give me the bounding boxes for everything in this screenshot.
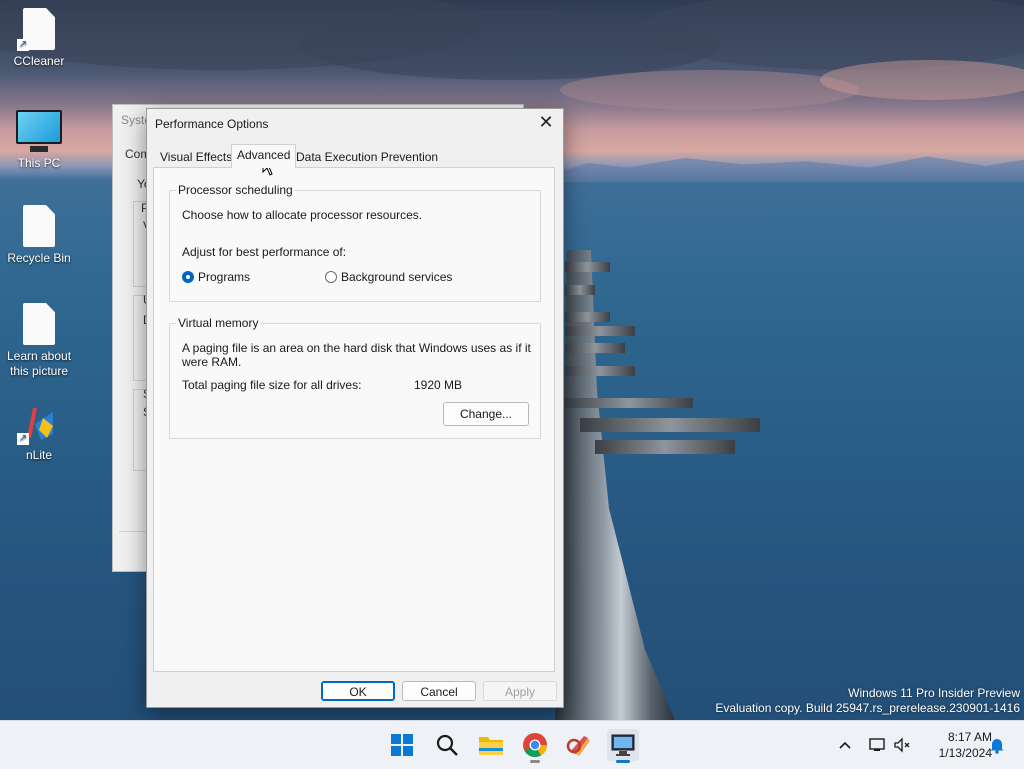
network-icon[interactable]: [866, 721, 888, 769]
change-button[interactable]: Change...: [443, 402, 529, 426]
close-icon[interactable]: ✕: [533, 111, 559, 133]
processor-scheduling-description: Choose how to allocate processor resourc…: [182, 208, 423, 222]
chevron-up-icon[interactable]: [834, 721, 856, 769]
total-paging-size-value: 1920 MB: [414, 378, 463, 392]
tab-data-execution-prevention[interactable]: Data Execution Prevention: [291, 147, 443, 167]
virtual-memory-description-line2: were RAM.: [182, 355, 242, 369]
desktop-icon-label: CCleaner: [13, 54, 65, 68]
watermark-line-1: Windows 11 Pro Insider Preview: [848, 686, 1020, 700]
shortcut-arrow-icon: ↗: [17, 433, 29, 445]
adjust-performance-label: Adjust for best performance of:: [182, 245, 347, 259]
shortcut-arrow-icon: ↗: [17, 39, 29, 51]
taskbar: 8:17 AM 1/13/2024: [0, 720, 1024, 769]
apply-button[interactable]: Apply: [483, 681, 557, 701]
radio-background-services[interactable]: Background services: [325, 269, 485, 285]
desktop-icon-label: This PC: [17, 156, 61, 170]
desktop-icon-nlite[interactable]: ↗ nLite: [3, 404, 75, 463]
volume-muted-icon[interactable]: [891, 721, 913, 769]
search-icon[interactable]: [431, 729, 463, 761]
running-indicator: [530, 760, 540, 763]
desktop-icon-recycle-bin[interactable]: Recycle Bin: [3, 205, 75, 266]
desktop-icon-ccleaner[interactable]: ↗ CCleaner: [3, 8, 75, 69]
tab-visual-effects[interactable]: Visual Effects: [155, 147, 237, 167]
virtual-memory-group: Virtual memory A paging file is an area …: [169, 316, 541, 439]
watermark-line-2: Evaluation copy. Build 25947.rs_prerelea…: [715, 701, 1020, 715]
advanced-tab-panel: Processor scheduling Choose how to alloc…: [153, 167, 555, 672]
total-paging-size-label: Total paging file size for all drives:: [182, 378, 362, 392]
desktop-icon-learn-about-picture[interactable]: Learn about this picture: [3, 303, 75, 379]
cancel-button[interactable]: Cancel: [402, 681, 476, 701]
radio-button-selected[interactable]: [182, 271, 194, 283]
desktop-icon-this-pc[interactable]: This PC: [3, 110, 75, 171]
system-properties-icon[interactable]: [607, 729, 639, 763]
radio-programs-label: Programs: [198, 270, 251, 284]
processor-scheduling-legend: Processor scheduling: [176, 183, 295, 197]
performance-options-dialog[interactable]: Performance Options ✕ Visual Effects Adv…: [146, 108, 564, 708]
active-indicator: [616, 760, 630, 763]
ok-button[interactable]: OK: [321, 681, 395, 701]
processor-scheduling-group: Processor scheduling Choose how to alloc…: [169, 183, 541, 302]
dialog-title: Performance Options: [155, 117, 269, 131]
evaluation-watermark: Windows 11 Pro Insider Preview Evaluatio…: [715, 686, 1020, 716]
mountains: [540, 156, 1024, 182]
chrome-icon[interactable]: [519, 729, 551, 763]
desktop-icon-label: Recycle Bin: [7, 251, 71, 265]
virtual-memory-description-line1: A paging file is an area on the hard dis…: [182, 341, 531, 355]
desktop-icon-label: Learn about this picture: [6, 349, 72, 378]
ccleaner-icon[interactable]: [563, 729, 595, 761]
monitor-icon: [16, 110, 62, 144]
start-icon[interactable]: [386, 729, 418, 761]
file-explorer-icon[interactable]: [475, 729, 507, 761]
radio-background-services-label: Background services: [341, 270, 453, 284]
recycle-bin-icon: [23, 205, 55, 247]
virtual-memory-legend: Virtual memory: [176, 316, 261, 330]
clock-date: 1/13/2024: [938, 746, 992, 760]
tab-advanced[interactable]: Advanced: [231, 144, 297, 168]
clock-time: 8:17 AM: [947, 730, 992, 744]
taskbar-clock[interactable]: 8:17 AM 1/13/2024: [912, 729, 992, 761]
notification-bell-icon[interactable]: [986, 721, 1008, 769]
file-icon: [23, 303, 55, 345]
radio-button[interactable]: [325, 271, 337, 283]
desktop-icon-label: nLite: [25, 448, 53, 462]
radio-programs[interactable]: Programs: [182, 269, 322, 285]
